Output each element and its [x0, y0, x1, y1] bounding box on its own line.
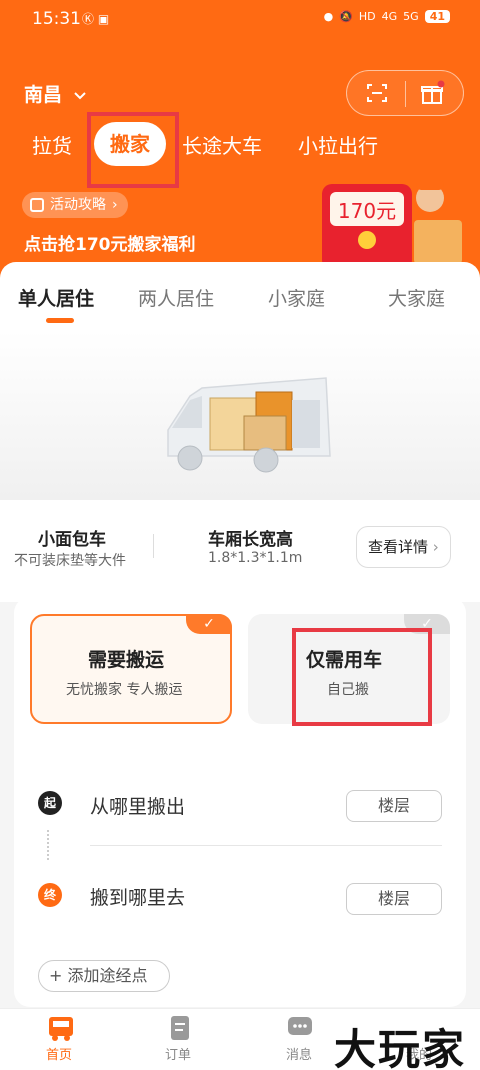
- coupon-amount: 170元: [338, 199, 396, 223]
- watermark: 大玩家: [334, 1025, 467, 1070]
- end-floor-button[interactable]: 楼层: [346, 883, 442, 915]
- scan-icon[interactable]: [365, 81, 389, 105]
- dims-value: 1.8*1.3*1.1m: [208, 550, 303, 566]
- location-icon: ●: [323, 10, 334, 23]
- van-image: [167, 377, 331, 473]
- battery-level: 41: [424, 10, 450, 23]
- hd-icon: HD: [358, 10, 376, 23]
- status-time: 15:31: [32, 9, 81, 29]
- spec-divider: [153, 534, 154, 558]
- tab-messages[interactable]: 消息: [286, 1044, 312, 1063]
- view-details-button[interactable]: 查看详情 ›: [356, 526, 451, 568]
- city-selector[interactable]: 南昌: [24, 80, 87, 107]
- divider: [405, 81, 406, 107]
- category-large-family[interactable]: 大家庭: [388, 284, 445, 311]
- highlight-box-moving: [87, 112, 179, 188]
- route-divider: [90, 845, 442, 846]
- vehicle-name: 小面包车: [38, 530, 106, 550]
- start-floor-button[interactable]: 楼层: [346, 790, 442, 822]
- tab-home[interactable]: 首页: [46, 1044, 72, 1063]
- vehicle-note: 不可装床垫等大件: [14, 553, 126, 569]
- orders-icon[interactable]: [168, 1014, 192, 1042]
- category-couple[interactable]: 两人居住: [138, 284, 214, 311]
- check-icon: ✓: [186, 614, 232, 634]
- home-truck-icon[interactable]: [46, 1014, 76, 1042]
- promo-text[interactable]: 点击抢170元搬家福利: [24, 230, 196, 255]
- category-small-family[interactable]: 小家庭: [268, 284, 325, 311]
- gift-icon[interactable]: [419, 80, 445, 106]
- category-underline: [46, 318, 74, 323]
- top-actions: [346, 70, 464, 116]
- signal-5g: 5G: [403, 10, 419, 23]
- category-single[interactable]: 单人居住: [18, 284, 94, 311]
- view-details-label: 查看详情: [368, 538, 429, 556]
- city-name: 南昌: [24, 84, 63, 106]
- add-stop-button[interactable]: + 添加途经点: [38, 960, 170, 992]
- option-with-porter-sub: 无忧搬家 专人搬运: [66, 682, 183, 698]
- message-icon[interactable]: [286, 1015, 314, 1041]
- promo-icon: [30, 198, 44, 212]
- promo-pill-label: 活动攻略: [50, 197, 106, 213]
- status-right: ● 🔕 HD 4G 5G 41: [324, 10, 450, 23]
- promo-pill[interactable]: 活动攻略 ›: [22, 192, 128, 218]
- start-address-field[interactable]: 从哪里搬出: [90, 792, 185, 819]
- dims-label: 车厢长宽高: [208, 530, 293, 550]
- tab-cargo[interactable]: 拉货: [32, 130, 72, 159]
- tab-long-truck[interactable]: 长途大车: [182, 130, 262, 159]
- end-badge: 终: [38, 883, 62, 907]
- chevron-right-icon: ›: [432, 538, 439, 556]
- end-address-field[interactable]: 搬到哪里去: [90, 883, 185, 910]
- chevron-right-icon: ›: [112, 197, 118, 213]
- notification-icons: Ⓚ ▣: [82, 12, 110, 26]
- option-with-porter-title: 需要搬运: [88, 649, 165, 671]
- tab-orders[interactable]: 订单: [165, 1044, 191, 1063]
- route-connector: [47, 830, 53, 860]
- highlight-box-vehicle-only: [292, 628, 432, 726]
- promo-illustration[interactable]: 170元: [318, 178, 468, 270]
- chevron-down-icon: [73, 92, 86, 100]
- start-badge: 起: [38, 791, 62, 815]
- signal-4g: 4G: [381, 10, 398, 23]
- status-bar: 15:31 Ⓚ ▣ ● 🔕 HD 4G 5G 41: [0, 0, 480, 40]
- tab-ride[interactable]: 小拉出行: [298, 130, 378, 159]
- mute-icon: 🔕: [339, 10, 353, 23]
